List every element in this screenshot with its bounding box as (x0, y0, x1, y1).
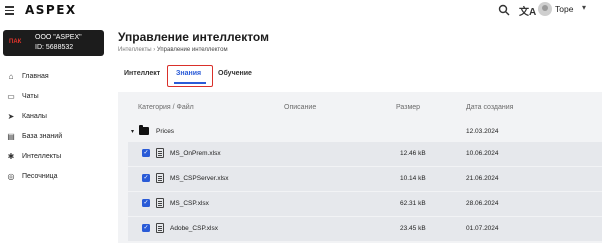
sidebar: ПАК ООО "ASPEX" ID: 5688532 ⌂ Главная ▭ … (0, 22, 112, 243)
sidebar-item-label: Интеллекты (22, 153, 62, 160)
chat-icon: ▭ (7, 92, 15, 101)
sidebar-item-knowledge-base[interactable]: ▤ База знаний (0, 127, 112, 147)
spreadsheet-icon (156, 148, 164, 158)
org-logo: ПАК (9, 39, 22, 45)
home-icon: ⌂ (8, 72, 14, 81)
knowledge-table: Категория / Файл Описание Размер Дата со… (118, 92, 602, 243)
menu-icon[interactable] (5, 6, 14, 15)
sidebar-item-label: Чаты (22, 93, 39, 100)
row-checkbox[interactable]: ✓ (142, 174, 150, 182)
intellects-icon: ✱ (7, 152, 15, 161)
channels-icon: ➤ (7, 112, 15, 121)
sidebar-nav: ⌂ Главная ▭ Чаты ➤ Каналы ▤ База знаний … (0, 67, 112, 187)
top-bar: ASPEX 文A Tope ▾ (0, 0, 602, 22)
file-date: 01.07.2024 (466, 225, 499, 232)
translate-icon[interactable]: 文A (519, 3, 536, 18)
chevron-down-icon[interactable]: ▾ (582, 3, 586, 12)
file-size: 12.46 kB (400, 150, 426, 157)
column-header[interactable]: Дата создания (466, 104, 513, 111)
file-date: 21.06.2024 (466, 175, 499, 182)
sidebar-item-label: Каналы (22, 113, 47, 120)
file-name: MS_OnPrem.xlsx (170, 150, 221, 157)
table-header: Категория / Файл Описание Размер Дата со… (118, 92, 602, 120)
file-name: MS_CSP.xlsx (170, 200, 209, 207)
breadcrumb-separator: › (153, 47, 156, 53)
avatar[interactable] (538, 2, 552, 16)
breadcrumb-root[interactable]: Интеллекты (118, 47, 152, 53)
sidebar-item-label: Главная (22, 73, 49, 80)
file-size: 23.45 kB (400, 225, 426, 232)
table-row[interactable]: ✓ MS_CSP.xlsx 62.31 kB 28.06.2024 (128, 192, 602, 216)
tab-intellect[interactable]: Интеллект (124, 70, 160, 77)
file-size: 62.31 kB (400, 200, 426, 207)
caret-down-icon[interactable]: ▾ (131, 128, 134, 135)
file-size: 10.14 kB (400, 175, 426, 182)
breadcrumb: Интеллекты › Управление интеллектом (118, 47, 228, 53)
breadcrumb-current: Управление интеллектом (156, 47, 228, 53)
table-row[interactable]: ✓ MS_OnPrem.xlsx 12.46 kB 10.06.2024 (128, 142, 602, 166)
folder-row[interactable]: ▾ Prices 12.03.2024 (118, 120, 602, 144)
table-row[interactable]: ✓ MS_CSPServer.xlsx 10.14 kB 21.06.2024 (128, 167, 602, 191)
file-name: MS_CSPServer.xlsx (170, 175, 229, 182)
app-logo[interactable]: ASPEX (25, 3, 77, 17)
main-content: Управление интеллектом Интеллекты › Упра… (112, 22, 602, 243)
search-icon[interactable] (498, 4, 510, 16)
file-date: 10.06.2024 (466, 150, 499, 157)
org-id: ID: 5688532 (35, 44, 74, 51)
row-checkbox[interactable]: ✓ (142, 224, 150, 232)
spreadsheet-icon (156, 173, 164, 183)
tab-highlight-box (167, 65, 213, 87)
file-date: 28.06.2024 (466, 200, 499, 207)
folder-date: 12.03.2024 (466, 128, 499, 135)
sidebar-item-chats[interactable]: ▭ Чаты (0, 87, 112, 107)
sidebar-item-intellects[interactable]: ✱ Интеллекты (0, 147, 112, 167)
file-name: Adobe_CSP.xlsx (170, 225, 218, 232)
column-header[interactable]: Категория / Файл (138, 104, 194, 111)
folder-icon (139, 125, 149, 135)
tabs: Интеллект Знания Обучение (118, 65, 598, 87)
sidebar-item-sandbox[interactable]: ◎ Песочница (0, 167, 112, 187)
sidebar-item-label: Песочница (22, 173, 58, 180)
spreadsheet-icon (156, 223, 164, 233)
column-header[interactable]: Размер (396, 104, 420, 111)
table-row[interactable]: ✓ Adobe_CSP.xlsx 23.45 kB 01.07.2024 (128, 217, 602, 241)
sidebar-item-label: База знаний (22, 133, 63, 140)
user-name[interactable]: Tope (555, 4, 573, 14)
org-name: ООО "ASPEX" (35, 34, 82, 41)
sidebar-item-channels[interactable]: ➤ Каналы (0, 107, 112, 127)
sidebar-item-home[interactable]: ⌂ Главная (0, 67, 112, 87)
page-title: Управление интеллектом (118, 30, 269, 44)
folder-name: Prices (156, 128, 175, 135)
row-checkbox[interactable]: ✓ (142, 149, 150, 157)
org-card[interactable]: ПАК ООО "ASPEX" ID: 5688532 (3, 30, 104, 56)
spreadsheet-icon (156, 198, 164, 208)
sandbox-icon: ◎ (7, 172, 15, 181)
tab-training[interactable]: Обучение (218, 70, 252, 77)
row-checkbox[interactable]: ✓ (142, 199, 150, 207)
knowledge-base-icon: ▤ (7, 132, 15, 141)
column-header[interactable]: Описание (284, 104, 316, 111)
